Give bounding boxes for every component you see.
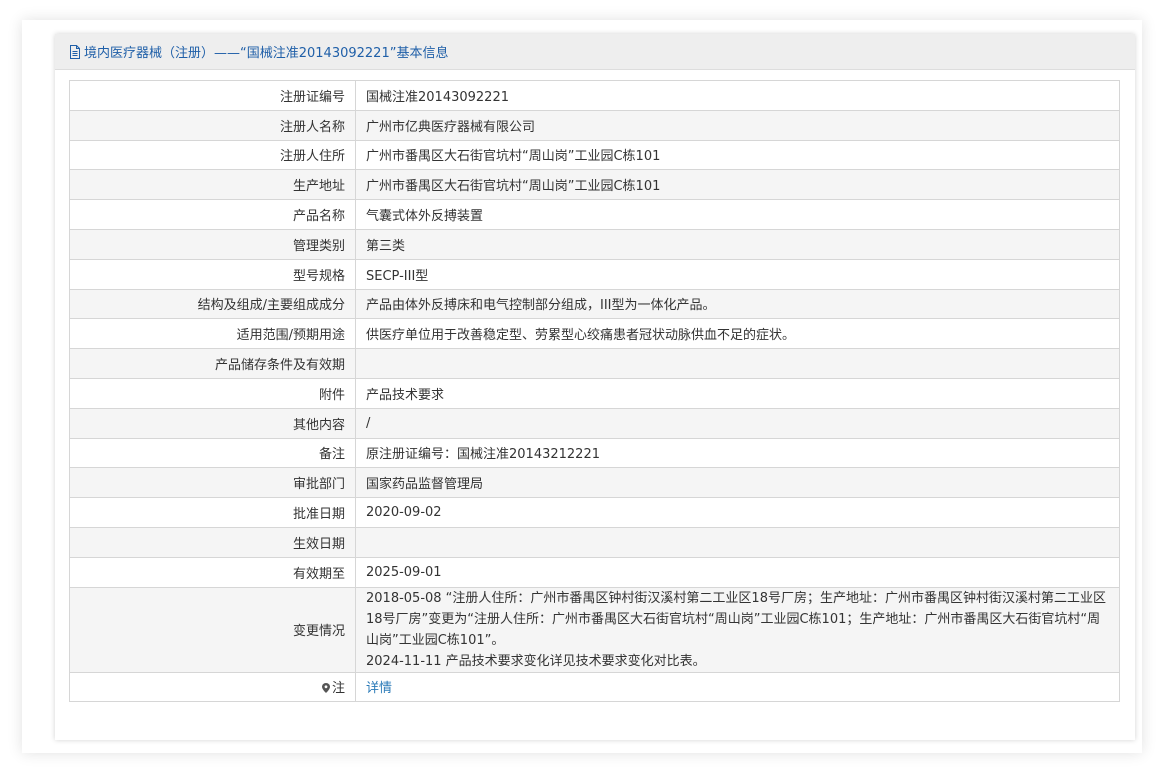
table-row: 备注 原注册证编号：国械注准20143212221 xyxy=(69,437,1120,469)
table-row: 型号规格 SECP-III型 xyxy=(69,258,1120,290)
row-label: 适用范围/预期用途 xyxy=(69,318,356,350)
row-label: 生产地址 xyxy=(69,169,356,201)
row-label: 备注 xyxy=(69,437,356,469)
row-value: 第三类 xyxy=(355,228,1120,260)
row-value: 广州市番禺区大石街官坑村“周山岗”工业园C栋101 xyxy=(355,139,1120,171)
document-icon xyxy=(69,44,81,59)
row-label: 生效日期 xyxy=(69,526,356,558)
row-label: 审批部门 xyxy=(69,467,356,499)
table-row: 管理类别 第三类 xyxy=(69,228,1120,260)
note-label: 注 xyxy=(331,681,345,697)
row-label: 产品名称 xyxy=(69,199,356,230)
row-value: 供医疗单位用于改善稳定型、劳累型心绞痛患者冠状动脉供血不足的症状。 xyxy=(355,318,1120,350)
row-value: SECP-III型 xyxy=(355,258,1120,290)
table-row: 产品储存条件及有效期 xyxy=(69,348,1120,379)
changes-row: 变更情况 2018-05-08 “注册人住所：广州市番禺区钟村街汉溪村第二工业区… xyxy=(69,586,1120,673)
row-value: / xyxy=(355,407,1120,439)
row-label: 附件 xyxy=(69,377,356,409)
row-value: 2025-09-01 xyxy=(355,556,1120,588)
row-value: 国家药品监督管理局 xyxy=(355,467,1120,499)
panel-header: 境内医疗器械（注册）——“国械注准20143092221”基本信息 xyxy=(55,34,1135,70)
row-label: 型号规格 xyxy=(69,258,356,290)
row-label: 注册人名称 xyxy=(69,109,356,141)
table-row: 注册人住所 广州市番禺区大石街官坑村“周山岗”工业园C栋101 xyxy=(69,139,1120,171)
row-value xyxy=(355,526,1120,558)
table-row: 生产地址 广州市番禺区大石街官坑村“周山岗”工业园C栋101 xyxy=(69,169,1120,201)
table-row: 其他内容 / xyxy=(69,407,1120,439)
table-row: 有效期至 2025-09-01 xyxy=(69,556,1120,588)
row-label: 产品储存条件及有效期 xyxy=(69,348,356,379)
row-label: 注册人住所 xyxy=(69,139,356,171)
location-pin-icon xyxy=(321,682,330,694)
info-panel: 境内医疗器械（注册）——“国械注准20143092221”基本信息 注册证编号 … xyxy=(55,34,1135,740)
row-value: 2020-09-02 xyxy=(355,497,1120,528)
page-frame: 境内医疗器械（注册）——“国械注准20143092221”基本信息 注册证编号 … xyxy=(22,20,1142,753)
row-label: 批准日期 xyxy=(69,497,356,528)
row-value: 广州市亿典医疗器械有限公司 xyxy=(355,109,1120,141)
row-value xyxy=(355,348,1120,379)
details-link[interactable]: 详情 xyxy=(366,681,392,696)
row-value: 广州市番禺区大石街官坑村“周山岗”工业园C栋101 xyxy=(355,169,1120,201)
note-value: 详情 xyxy=(355,671,1120,703)
change-entry: 2018-05-08 “注册人住所：广州市番禺区钟村街汉溪村第二工业区18号厂房… xyxy=(366,590,1106,648)
table-row: 注册人名称 广州市亿典医疗器械有限公司 xyxy=(69,109,1120,141)
table-row: 附件 产品技术要求 xyxy=(69,377,1120,409)
table-row: 结构及组成/主要组成成分 产品由体外反搏床和电气控制部分组成，III型为一体化产… xyxy=(69,288,1120,320)
changes-value: 2018-05-08 “注册人住所：广州市番禺区钟村街汉溪村第二工业区18号厂房… xyxy=(355,586,1120,673)
table-row: 产品名称 气囊式体外反搏装置 xyxy=(69,199,1120,230)
table-row: 批准日期 2020-09-02 xyxy=(69,497,1120,528)
row-label: 结构及组成/主要组成成分 xyxy=(69,288,356,320)
row-value: 产品由体外反搏床和电气控制部分组成，III型为一体化产品。 xyxy=(355,288,1120,320)
change-entry: 2024-11-11 产品技术要求变化详见技术要求变化对比表。 xyxy=(366,653,706,669)
row-value: 产品技术要求 xyxy=(355,377,1120,409)
table-row: 审批部门 国家药品监督管理局 xyxy=(69,467,1120,499)
row-label: 注册证编号 xyxy=(69,80,356,111)
table-row: 生效日期 xyxy=(69,526,1120,558)
changes-label: 变更情况 xyxy=(69,586,356,673)
row-value: 气囊式体外反搏装置 xyxy=(355,199,1120,230)
info-table: 注册证编号 国械注准20143092221 注册人名称 广州市亿典医疗器械有限公… xyxy=(69,80,1120,703)
row-label: 有效期至 xyxy=(69,556,356,588)
row-label: 管理类别 xyxy=(69,228,356,260)
row-value: 原注册证编号：国械注准20143212221 xyxy=(355,437,1120,469)
row-label: 其他内容 xyxy=(69,407,356,439)
table-row: 注册证编号 国械注准20143092221 xyxy=(69,80,1120,111)
table-row: 适用范围/预期用途 供医疗单位用于改善稳定型、劳累型心绞痛患者冠状动脉供血不足的… xyxy=(69,318,1120,350)
row-value: 国械注准20143092221 xyxy=(355,80,1120,111)
page-title: 境内医疗器械（注册）——“国械注准20143092221”基本信息 xyxy=(84,46,449,61)
note-row: 注 详情 xyxy=(69,671,1120,703)
note-label-cell: 注 xyxy=(69,671,356,703)
